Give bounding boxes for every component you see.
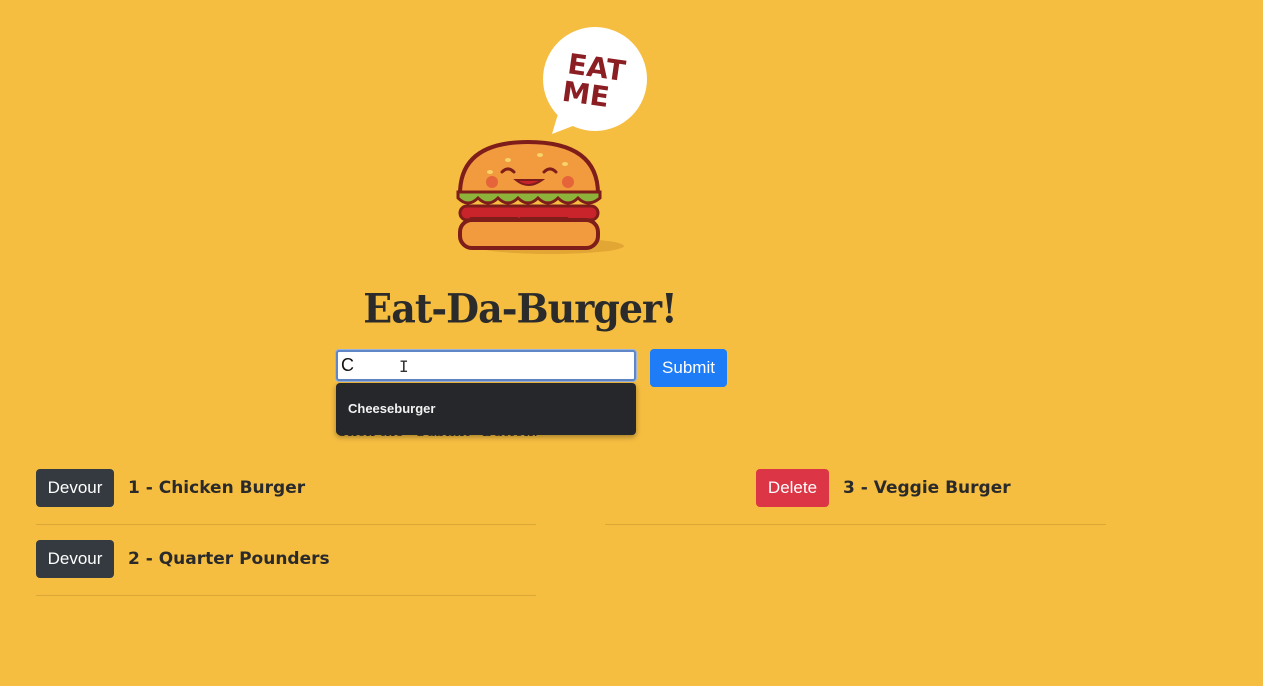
text-cursor-icon: I bbox=[399, 357, 409, 376]
burger-name-input[interactable] bbox=[336, 350, 636, 381]
uneaten-list-item: Devour 2 - Quarter Pounders bbox=[36, 525, 536, 596]
devour-button[interactable]: Devour bbox=[36, 540, 114, 578]
page: EAT ME Eat-Da-Burger! C I Submit Cheeseb… bbox=[0, 0, 1263, 686]
devoured-list-item: Delete 3 - Veggie Burger bbox=[605, 454, 1106, 525]
speech-text-me: ME bbox=[560, 75, 611, 114]
submit-button[interactable]: Submit bbox=[650, 349, 727, 387]
autocomplete-option[interactable]: Cheeseburger bbox=[348, 401, 435, 416]
burger-label: 1 - Chicken Burger bbox=[128, 478, 306, 498]
burger-label: 2 - Quarter Pounders bbox=[128, 549, 330, 569]
autocomplete-dropdown: Cheeseburger bbox=[336, 383, 636, 435]
uneaten-list-item: Devour 1 - Chicken Burger bbox=[36, 454, 536, 525]
page-title: Eat-Da-Burger! bbox=[363, 284, 677, 333]
burger-logo: EAT ME bbox=[440, 22, 660, 262]
burger-label: 3 - Veggie Burger bbox=[843, 478, 1011, 498]
devour-button[interactable]: Devour bbox=[36, 469, 114, 507]
delete-button[interactable]: Delete bbox=[756, 469, 829, 507]
